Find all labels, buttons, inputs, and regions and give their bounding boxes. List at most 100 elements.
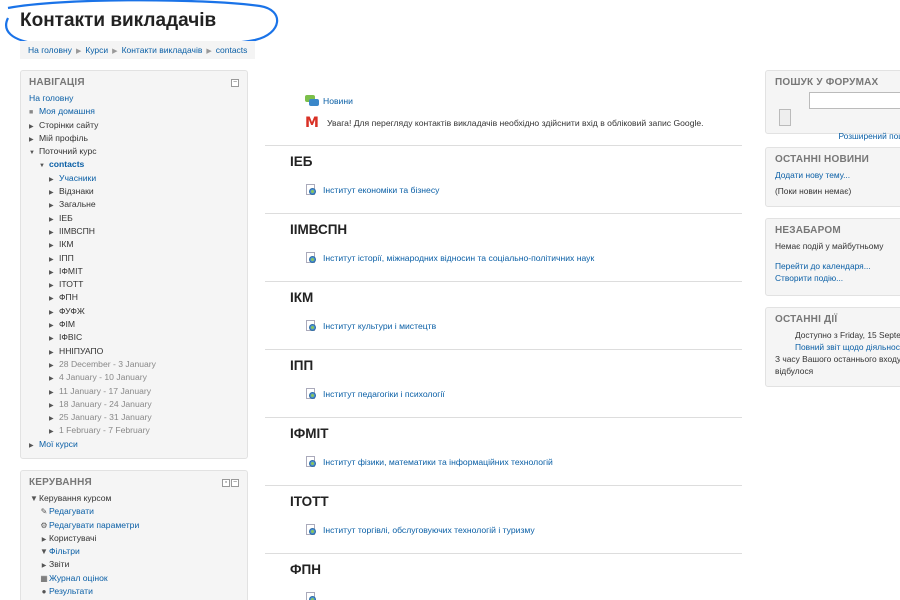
nav-section-ikm[interactable]: ІКМ [59, 239, 74, 249]
nav-section-nnipuapo[interactable]: ННІПУАПО [59, 346, 103, 356]
nav-section-ipp[interactable]: ІПП [59, 253, 74, 263]
nav-week-6[interactable]: 1 February - 7 February [59, 425, 150, 435]
news-forum-link[interactable]: Новини [323, 96, 353, 106]
collapse-icon[interactable]: − [231, 79, 239, 87]
course-content: Новини M Увага! Для перегляду контактів … [265, 70, 742, 600]
course-section: ІКМ Інститут культури і мистецтв [265, 282, 742, 350]
recent-activity-header: ОСТАННІ ДІЇ [775, 314, 838, 325]
navigation-header: НАВІГАЦІЯ [29, 77, 85, 88]
nav-week-4[interactable]: 18 January - 24 January [59, 399, 152, 409]
nav-my-profile[interactable]: Мій профіль [39, 133, 88, 143]
upcoming-events-block: НЕЗАБАРОМ Немає подій у майбутньому Пере… [765, 218, 900, 296]
outcomes-icon: ● [41, 587, 47, 597]
admin-outcomes[interactable]: Результати [49, 586, 93, 596]
admin-filters[interactable]: Фільтри [49, 546, 80, 556]
new-event-link[interactable]: Створити подію... [775, 273, 843, 283]
admin-users[interactable]: Користувачі [49, 533, 96, 543]
recent-activity-block: ОСТАННІ ДІЇ Доступно з Friday, 15 Septe … [765, 307, 900, 387]
section-title: ІПП [290, 358, 314, 373]
admin-edit[interactable]: Редагувати [49, 506, 94, 516]
breadcrumb: На головну ▶ Курси ▶ Контакти викладачів ▶ con… [20, 41, 255, 59]
gear-icon: ⚙ [40, 520, 48, 530]
url-resource-icon [306, 456, 317, 468]
url-resource-icon [306, 184, 317, 196]
activity-since-text: Доступно з Friday, 15 Septe [795, 330, 900, 340]
search-forums-header: ПОШУК У ФОРУМАХ [775, 77, 879, 88]
nav-section-fpn[interactable]: ФПН [59, 292, 78, 302]
admin-course-administration[interactable]: Керування курсом [39, 493, 111, 503]
latest-news-header: ОСТАННІ НОВИНИ [775, 154, 870, 165]
nav-week-1[interactable]: 28 December - 3 January [59, 359, 156, 369]
admin-edit-settings[interactable]: Редагувати параметри [49, 520, 139, 530]
nav-week-5[interactable]: 25 January - 31 January [59, 412, 152, 422]
nav-badges[interactable]: Відзнаки [59, 186, 94, 196]
search-forums-block: ПОШУК У ФОРУМАХ Розширений пош [765, 70, 900, 141]
collapse-arrow-icon[interactable]: ▼ [29, 492, 39, 505]
resource-link[interactable]: Інститут торгівлі, обслуговуючих техноло… [323, 525, 535, 535]
url-resource-icon [306, 592, 317, 600]
bullet-icon: ■ [29, 109, 34, 117]
administration-block: КЕРУВАННЯ ▫ − ▼Керування курсом ✎ Редагува… [20, 470, 248, 600]
course-section: ФПН [265, 554, 742, 600]
breadcrumb-category[interactable]: Контакти викладачів [122, 45, 203, 55]
resource-link[interactable]: Інститут фізики, математики та інформаці… [323, 457, 553, 467]
nav-general[interactable]: Загальне [59, 199, 96, 209]
admin-gradebook[interactable]: Журнал оцінок [49, 573, 108, 583]
nav-section-iimvspn[interactable]: ІІМВСПН [59, 226, 95, 236]
intro-section: Новини M Увага! Для перегляду контактів … [265, 70, 742, 146]
resource-link[interactable]: Інститут економіки та бізнесу [323, 185, 439, 195]
resource-link[interactable]: Інститут педагогіки і психології [323, 389, 445, 399]
nav-my-home[interactable]: Моя домашня [39, 106, 95, 116]
advanced-search-link[interactable]: Розширений пош [838, 131, 900, 141]
breadcrumb-course[interactable]: contacts [216, 45, 248, 55]
no-news-text: (Поки новин немає) [775, 186, 852, 196]
breadcrumb-courses[interactable]: Курси [85, 45, 108, 55]
nav-week-3[interactable]: 11 January - 17 January [59, 386, 151, 396]
forum-icon [305, 95, 319, 107]
expand-arrow-icon[interactable]: ▶ [29, 440, 39, 453]
nav-section-fim[interactable]: ФІМ [59, 319, 75, 329]
section-title: ІІМВСПН [290, 222, 348, 237]
breadcrumb-separator-icon: ▶ [112, 48, 118, 55]
upcoming-header: НЕЗАБАРОМ [775, 225, 841, 236]
nav-section-ifmit[interactable]: ІФМІТ [59, 266, 83, 276]
url-resource-icon [306, 252, 317, 264]
breadcrumb-home[interactable]: На головну [28, 45, 72, 55]
full-report-link[interactable]: Повний звіт щодо діяльност [795, 342, 900, 352]
breadcrumb-separator-icon: ▶ [75, 48, 82, 55]
nav-home[interactable]: На головну [29, 93, 73, 103]
goto-calendar-link[interactable]: Перейти до календаря... [775, 261, 871, 271]
google-login-warning: Увага! Для перегляду контактів викладачі… [327, 118, 704, 128]
url-resource-icon [306, 524, 317, 536]
nav-course-contacts[interactable]: contacts [49, 159, 84, 169]
course-section: ІІМВСПН Інститут історії, міжнародних ві… [265, 214, 742, 282]
nav-section-ifvis[interactable]: ІФВІС [59, 332, 82, 342]
nav-section-ieb[interactable]: ІЕБ [59, 213, 73, 223]
section-title: ІЕБ [290, 154, 313, 169]
course-section: ІФМІТ Інститут фізики, математики та інф… [265, 418, 742, 486]
administration-header: КЕРУВАННЯ [29, 477, 92, 488]
latest-news-block: ОСТАННІ НОВИНИ Додати нову тему... (Поки… [765, 147, 900, 207]
forum-search-button[interactable] [779, 109, 791, 126]
forum-search-input[interactable] [809, 92, 900, 109]
nav-participants[interactable]: Учасники [59, 173, 96, 183]
collapse-icon[interactable]: − [231, 479, 239, 487]
url-resource-icon [306, 320, 317, 332]
no-events-text: Немає подій у майбутньому [775, 241, 884, 251]
section-title: ІКМ [290, 290, 314, 305]
resource-link[interactable]: Інститут культури і мистецтв [323, 321, 436, 331]
admin-reports[interactable]: Звіти [49, 559, 69, 569]
nav-site-pages[interactable]: Сторінки сайту [39, 120, 98, 130]
page-title: Контакти викладачів [20, 10, 217, 31]
nav-section-fufzh[interactable]: ФУФЖ [59, 306, 85, 316]
nav-current-course[interactable]: Поточний курс [39, 146, 97, 156]
navigation-block: НАВІГАЦІЯ − На головну ■ Моя домашня ▶ Сто… [20, 70, 248, 459]
nav-week-2[interactable]: 4 January - 10 January [59, 372, 147, 382]
nav-my-courses[interactable]: Мої курси [39, 439, 78, 449]
nav-section-itott[interactable]: ІТОТТ [59, 279, 83, 289]
section-title: ФПН [290, 562, 321, 577]
course-section: ІПП Інститут педагогіки і психології [265, 350, 742, 418]
add-topic-link[interactable]: Додати нову тему... [775, 170, 850, 180]
dock-icon[interactable]: ▫ [222, 479, 230, 487]
resource-link[interactable]: Інститут історії, міжнародних відносин т… [323, 253, 594, 263]
